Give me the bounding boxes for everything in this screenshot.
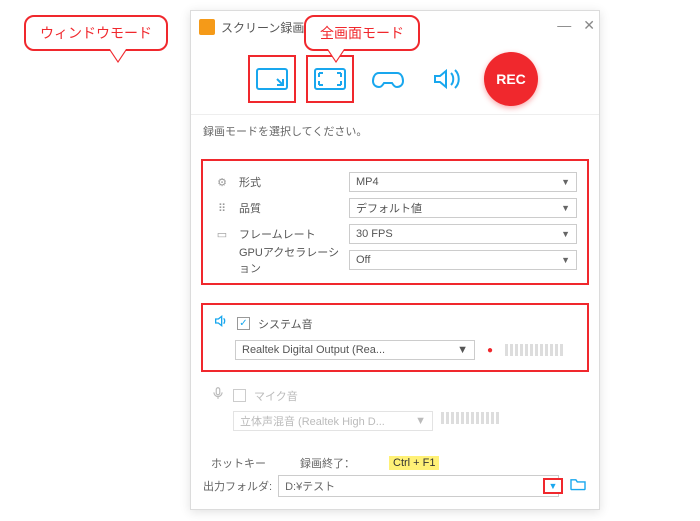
hotkey-label: ホットキー — [211, 455, 266, 471]
system-audio-checkbox[interactable]: ✓ — [237, 317, 250, 330]
audio-mode-button[interactable] — [426, 59, 466, 99]
folder-icon — [569, 477, 587, 491]
callout-text: 全画面モード — [320, 25, 404, 41]
game-mode-button[interactable] — [368, 59, 408, 99]
gpu-value: Off — [356, 254, 370, 266]
quality-value: デフォルト値 — [356, 200, 422, 216]
chevron-down-icon: ▼ — [457, 344, 468, 356]
format-select[interactable]: MP4 ▼ — [349, 172, 577, 192]
browse-folder-button[interactable] — [569, 477, 587, 496]
row-format: ⚙ 形式 MP4 ▼ — [213, 169, 577, 195]
output-dropdown-button[interactable]: ▼ — [543, 478, 563, 494]
gpu-icon — [213, 253, 231, 267]
framerate-icon: ▭ — [213, 227, 231, 241]
hotkey-row: ホットキー 録画終了： Ctrl + F1 — [211, 455, 579, 471]
minimize-button[interactable]: — — [557, 17, 571, 34]
vu-meter — [505, 344, 577, 356]
app-icon — [199, 19, 215, 35]
mic-header: ✓ マイク音 — [211, 386, 579, 405]
callout-text: ウィンドウモード — [40, 25, 152, 41]
chevron-down-icon: ▼ — [561, 229, 570, 239]
mic-group: ✓ マイク音 立体声混音 (Realtek High D... ▼ — [211, 386, 579, 431]
system-audio-row: Realtek Digital Output (Rea... ▼ ● — [213, 340, 577, 360]
system-audio-header: ✓ システム音 — [213, 313, 577, 334]
window-mode-button[interactable] — [252, 59, 292, 99]
mic-checkbox[interactable]: ✓ — [233, 389, 246, 402]
mode-hint: 録画モードを選択してください。 — [191, 115, 599, 147]
toolbar: REC — [191, 43, 599, 115]
hotkey-combo: Ctrl + F1 — [389, 456, 439, 470]
format-value: MP4 — [356, 176, 379, 188]
output-row: 出力フォルダ: D:¥テスト ▼ — [191, 475, 599, 497]
quality-label: 品質 — [239, 200, 349, 216]
framerate-value: 30 FPS — [356, 228, 393, 240]
mic-device-select[interactable]: 立体声混音 (Realtek High D... ▼ — [233, 411, 433, 431]
format-label: 形式 — [239, 174, 349, 190]
mic-label: マイク音 — [254, 388, 298, 404]
system-audio-label: システム音 — [258, 316, 313, 332]
gpu-label: GPUアクセラレーション — [239, 244, 349, 276]
framerate-label: フレームレート — [239, 226, 349, 242]
app-window: スクリーン録画 — ✕ — [190, 10, 600, 510]
framerate-select[interactable]: 30 FPS ▼ — [349, 224, 577, 244]
speaker-icon — [213, 313, 229, 334]
speaker-icon — [429, 65, 463, 93]
fullscreen-icon — [313, 65, 347, 93]
fullscreen-mode-button[interactable] — [310, 59, 350, 99]
output-path-field[interactable]: D:¥テスト — [278, 475, 559, 497]
mic-icon — [211, 386, 225, 405]
chevron-down-icon: ▼ — [561, 177, 570, 187]
video-settings-group: ⚙ 形式 MP4 ▼ ⠿ 品質 デフォルト値 ▼ ▭ フレームレート 30 FP… — [201, 159, 589, 285]
gamepad-icon — [371, 65, 405, 93]
output-path: D:¥テスト — [285, 478, 335, 494]
gpu-select[interactable]: Off ▼ — [349, 250, 577, 270]
close-button[interactable]: ✕ — [583, 17, 595, 34]
recording-indicator-icon: ● — [483, 345, 497, 356]
chevron-down-icon: ▼ — [415, 415, 426, 427]
record-button[interactable]: REC — [484, 52, 538, 106]
window-mode-icon — [255, 65, 289, 93]
chevron-down-icon: ▼ — [549, 481, 558, 491]
row-gpu: GPUアクセラレーション Off ▼ — [213, 247, 577, 273]
hotkey-action: 録画終了： — [300, 455, 355, 471]
output-label: 出力フォルダ: — [203, 478, 272, 494]
system-audio-group: ✓ システム音 Realtek Digital Output (Rea... ▼… — [201, 303, 589, 372]
chevron-down-icon: ▼ — [561, 203, 570, 213]
row-quality: ⠿ 品質 デフォルト値 ▼ — [213, 195, 577, 221]
mic-device: 立体声混音 (Realtek High D... — [240, 413, 385, 429]
callout-window-mode: ウィンドウモード — [24, 15, 168, 51]
chevron-down-icon: ▼ — [561, 255, 570, 265]
system-audio-device-select[interactable]: Realtek Digital Output (Rea... ▼ — [235, 340, 475, 360]
vu-meter — [441, 412, 513, 424]
quality-icon: ⠿ — [213, 201, 231, 215]
app-title: スクリーン録画 — [221, 19, 304, 36]
format-icon: ⚙ — [213, 175, 231, 189]
record-label: REC — [496, 71, 526, 87]
quality-select[interactable]: デフォルト値 ▼ — [349, 198, 577, 218]
system-audio-device: Realtek Digital Output (Rea... — [242, 344, 385, 356]
callout-fullscreen-mode: 全画面モード — [304, 15, 420, 51]
